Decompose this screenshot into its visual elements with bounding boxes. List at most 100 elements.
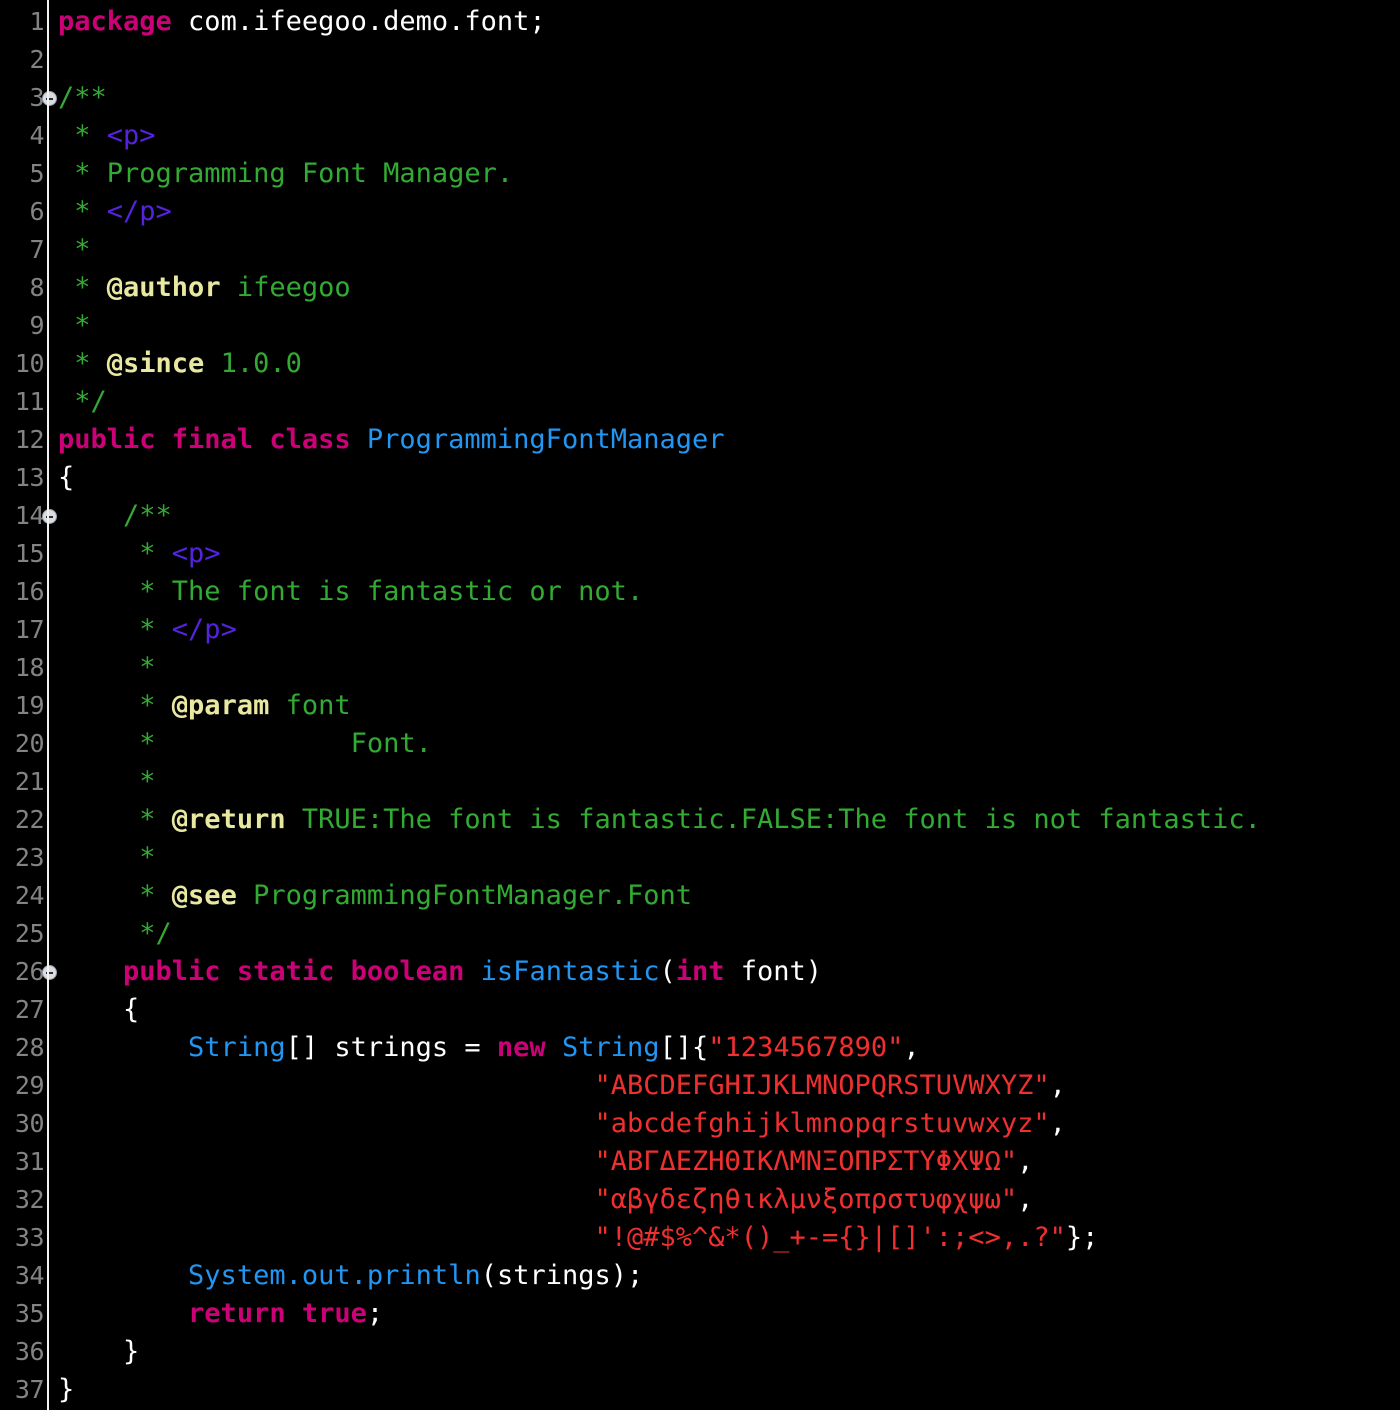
token-cmt-22-2: TRUE:The font is fantastic.FALSE:The fon…: [286, 804, 1261, 835]
code-line-35[interactable]: return true;: [48, 1295, 1400, 1333]
token-kw-35-1: return true: [188, 1298, 367, 1329]
code-line-26[interactable]: public static boolean isFantastic(int fo…: [48, 953, 1400, 991]
token-plain-26-2: [464, 956, 480, 987]
token-str-30-1: "abcdefghijklmnopqrstuvwxyz": [594, 1108, 1049, 1139]
code-line-4[interactable]: * <p>: [48, 117, 1400, 155]
code-line-28[interactable]: String[] strings = new String[]{"1234567…: [48, 1029, 1400, 1067]
line-number-15: 15: [0, 535, 48, 573]
code-line-10[interactable]: * @since 1.0.0: [48, 345, 1400, 383]
token-cmt-23-0: *: [58, 842, 156, 873]
token-cmt-10-2: 1.0.0: [204, 348, 302, 379]
code-line-33[interactable]: "!@#$%^&*()_+-={}|[]':;<>,.?"};: [48, 1219, 1400, 1257]
token-kw-28-3: new: [497, 1032, 546, 1063]
token-cmt-17-0: *: [58, 614, 172, 645]
code-line-27[interactable]: {: [48, 991, 1400, 1029]
code-line-1[interactable]: package com.ifeegoo.demo.font;: [48, 3, 1400, 41]
token-tag-15-1: <p>: [172, 538, 221, 569]
code-line-5[interactable]: * Programming Font Manager.: [48, 155, 1400, 193]
line-number-14: 14: [0, 497, 48, 535]
token-plain-12-1: [351, 424, 367, 455]
token-plain-35-0: [58, 1298, 188, 1329]
code-line-25[interactable]: */: [48, 915, 1400, 953]
code-line-17[interactable]: * </p>: [48, 611, 1400, 649]
token-plain-28-6: []{: [660, 1032, 709, 1063]
code-line-34[interactable]: System.out.println(strings);: [48, 1257, 1400, 1295]
line-number-1: 1: [0, 3, 48, 41]
token-plain-33-2: };: [1066, 1222, 1099, 1253]
code-line-2[interactable]: [48, 41, 1400, 79]
line-number-36: 36: [0, 1333, 48, 1371]
token-cmt-6-0: *: [58, 196, 107, 227]
token-doc-19-1: @param: [172, 690, 270, 721]
token-typ-34-3: out: [302, 1260, 351, 1291]
code-line-36[interactable]: }: [48, 1333, 1400, 1371]
code-line-8[interactable]: * @author ifeegoo: [48, 269, 1400, 307]
code-line-19[interactable]: * @param font: [48, 687, 1400, 725]
token-plain-31-0: [58, 1146, 594, 1177]
token-cmt-14-0: /**: [58, 500, 172, 531]
line-number-2: 2: [0, 41, 48, 79]
token-kw-26-1: public static boolean: [123, 956, 464, 987]
line-number-11: 11: [0, 383, 48, 421]
code-line-18[interactable]: *: [48, 649, 1400, 687]
token-plain-13-0: {: [58, 462, 74, 493]
code-line-22[interactable]: * @return TRUE:The font is fantastic.FAL…: [48, 801, 1400, 839]
line-number-25: 25: [0, 915, 48, 953]
line-number-22: 22: [0, 801, 48, 839]
line-number-26: 26: [0, 953, 48, 991]
token-str-32-1: "αβγδεζηθικλμνξοπρστυφχψω": [594, 1184, 1017, 1215]
line-number-3: 3: [0, 79, 48, 117]
code-line-31[interactable]: "ΑΒΓΔΕΖΗΘΙΚΛΜΝΞΟΠΡΣΤΥΦΧΨΩ",: [48, 1143, 1400, 1181]
token-plain-29-0: [58, 1070, 594, 1101]
code-line-3[interactable]: /**: [48, 79, 1400, 117]
code-line-7[interactable]: *: [48, 231, 1400, 269]
line-number-28: 28: [0, 1029, 48, 1067]
line-number-35: 35: [0, 1295, 48, 1333]
token-cmt-7-0: *: [58, 234, 91, 265]
token-plain-26-6: font): [725, 956, 823, 987]
token-tag-6-1: </p>: [107, 196, 172, 227]
code-line-30[interactable]: "abcdefghijklmnopqrstuvwxyz",: [48, 1105, 1400, 1143]
code-line-21[interactable]: *: [48, 763, 1400, 801]
token-kw-12-0: public final class: [58, 424, 351, 455]
code-line-23[interactable]: *: [48, 839, 1400, 877]
line-number-13: 13: [0, 459, 48, 497]
line-number-gutter[interactable]: 1234567891011121314151617181920212223242…: [0, 0, 48, 1410]
code-line-11[interactable]: */: [48, 383, 1400, 421]
line-number-18: 18: [0, 649, 48, 687]
token-cmt-22-0: *: [58, 804, 172, 835]
token-cmt-19-2: font: [269, 690, 350, 721]
code-line-32[interactable]: "αβγδεζηθικλμνξοπρστυφχψω",: [48, 1181, 1400, 1219]
code-line-37[interactable]: }: [48, 1371, 1400, 1409]
token-plain-34-0: [58, 1260, 188, 1291]
token-doc-8-1: @author: [107, 272, 221, 303]
code-line-12[interactable]: public final class ProgrammingFontManage…: [48, 421, 1400, 459]
code-content-area[interactable]: package com.ifeegoo.demo.font; /** * <p>…: [48, 0, 1400, 1410]
token-cmt-21-0: *: [58, 766, 156, 797]
token-plain-31-2: ,: [1017, 1146, 1033, 1177]
code-line-20[interactable]: * Font.: [48, 725, 1400, 763]
code-line-6[interactable]: * </p>: [48, 193, 1400, 231]
token-doc-10-1: @since: [107, 348, 205, 379]
line-number-29: 29: [0, 1067, 48, 1105]
code-line-13[interactable]: {: [48, 459, 1400, 497]
token-str-33-1: "!@#$%^&*()_+-={}|[]':;<>,.?": [594, 1222, 1065, 1253]
code-line-9[interactable]: *: [48, 307, 1400, 345]
token-plain-28-4: [546, 1032, 562, 1063]
code-line-16[interactable]: * The font is fantastic or not.: [48, 573, 1400, 611]
code-line-14[interactable]: /**: [48, 497, 1400, 535]
line-number-4: 4: [0, 117, 48, 155]
token-plain-26-0: [58, 956, 123, 987]
line-number-7: 7: [0, 231, 48, 269]
code-line-29[interactable]: "ABCDEFGHIJKLMNOPQRSTUVWXYZ",: [48, 1067, 1400, 1105]
token-cmt-3-0: /**: [58, 82, 107, 113]
line-number-10: 10: [0, 345, 48, 383]
code-editor[interactable]: 1234567891011121314151617181920212223242…: [0, 0, 1400, 1410]
code-line-24[interactable]: * @see ProgrammingFontManager.Font: [48, 877, 1400, 915]
line-number-37: 37: [0, 1371, 48, 1409]
token-plain-33-0: [58, 1222, 594, 1253]
token-str-28-7: "1234567890": [708, 1032, 903, 1063]
token-cmt-18-0: *: [58, 652, 156, 683]
token-tag-17-1: </p>: [172, 614, 237, 645]
code-line-15[interactable]: * <p>: [48, 535, 1400, 573]
